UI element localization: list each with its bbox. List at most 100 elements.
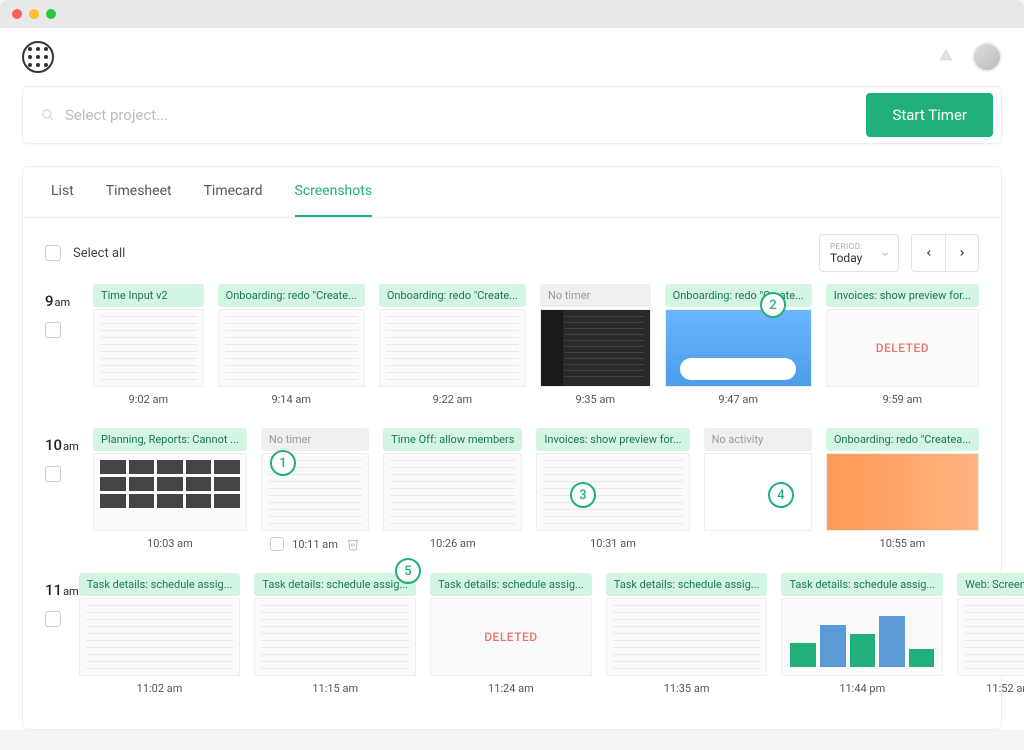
window-minimize-icon[interactable]	[29, 9, 39, 19]
screenshot-time: 9:22 am	[379, 393, 526, 406]
screenshot-task-label[interactable]: Invoices: show preview for...	[826, 284, 979, 307]
screenshot-task-label[interactable]: No timer	[540, 284, 651, 307]
screenshot-task-label[interactable]: Task details: schedule assig...	[79, 573, 241, 596]
screenshots-grid: 9amTime Input v2 9:02 am Onboarding: redo …	[23, 284, 1001, 695]
screenshot-task-label[interactable]: No activity	[704, 428, 812, 451]
select-all-checkbox[interactable]	[45, 245, 61, 261]
screenshot-time: 11:24 am	[430, 682, 592, 695]
annotation-3: 3	[570, 482, 596, 508]
tab-screenshots[interactable]: Screenshots	[295, 167, 373, 217]
period-next-button[interactable]	[945, 234, 979, 272]
screenshot-thumb[interactable]	[93, 453, 247, 531]
screenshot-card: Invoices: show preview for...DELETED 9:59…	[826, 284, 979, 406]
screenshot-task-label[interactable]: Onboarding: redo "Createa...	[826, 428, 979, 451]
screenshot-task-label[interactable]: No timer	[261, 428, 369, 451]
screenshot-task-label[interactable]: Task details: schedule assig...	[781, 573, 943, 596]
screenshot-time: 11:15 am	[254, 682, 416, 695]
screenshot-card: Task details: schedule assig...11:02 am	[79, 573, 241, 695]
screenshot-thumb[interactable]	[93, 309, 204, 387]
screenshot-thumb[interactable]	[79, 598, 241, 676]
screenshot-time: 10:03 am	[93, 537, 247, 550]
chevron-down-icon	[880, 249, 890, 259]
screenshot-card: Web: Screenshots 11:52 am	[957, 573, 1024, 695]
screenshot-thumb[interactable]	[218, 309, 365, 387]
screenshot-task-label[interactable]: Onboarding: redo "Create...	[218, 284, 365, 307]
screenshot-time: 11:44 pm	[781, 682, 943, 695]
screenshot-task-label[interactable]: Time Off: allow members	[383, 428, 522, 451]
screenshot-card: Task details: schedule assig...11:35 am	[606, 573, 768, 695]
screenshot-task-label[interactable]: Task details: schedule assig...	[430, 573, 592, 596]
screenshot-card: Invoices: show preview for... 10:31 am	[536, 428, 689, 551]
project-select-input[interactable]	[65, 106, 866, 124]
screenshot-checkbox[interactable]	[270, 537, 284, 551]
period-selector[interactable]: PERIOD: Today	[819, 234, 899, 272]
screenshot-thumb[interactable]	[379, 309, 526, 387]
hour-select-checkbox[interactable]	[45, 466, 61, 482]
screenshot-card: Onboarding: redo "Createa... 10:55 am	[826, 428, 979, 551]
browser-chrome	[0, 0, 1024, 28]
screenshot-thumb[interactable]	[536, 453, 689, 531]
screenshot-thumb[interactable]	[540, 309, 651, 387]
screenshot-card: No timer 9:35 am	[540, 284, 651, 406]
screenshot-task-label[interactable]: Time Input v2	[93, 284, 204, 307]
project-bar: Start Timer	[22, 86, 1002, 144]
screenshot-task-label[interactable]: Planning, Reports: Cannot ...	[93, 428, 247, 451]
app-window: Start Timer List Timesheet Timecard Scre…	[0, 28, 1024, 730]
screenshot-task-label[interactable]: Onboarding: redo "Create...	[379, 284, 526, 307]
app-logo-icon[interactable]	[22, 41, 54, 73]
annotation-4: 4	[768, 482, 794, 508]
screenshot-task-label[interactable]: Invoices: show preview for...	[536, 428, 689, 451]
screenshot-task-label[interactable]: Task details: schedule assig...	[606, 573, 768, 596]
hour-row: 9amTime Input v2 9:02 am Onboarding: redo …	[45, 284, 979, 406]
hour-select-checkbox[interactable]	[45, 322, 61, 338]
view-tabs: List Timesheet Timecard Screenshots	[23, 167, 1001, 218]
screenshot-thumb-deleted[interactable]: DELETED	[826, 309, 979, 387]
hour-select-checkbox[interactable]	[45, 611, 61, 627]
tab-timecard[interactable]: Timecard	[204, 167, 263, 217]
screenshot-card: Task details: schedule assig... 11:44 pm	[781, 573, 943, 695]
screenshot-thumb[interactable]	[383, 453, 522, 531]
screenshot-time: 9:14 am	[218, 393, 365, 406]
tab-timesheet[interactable]: Timesheet	[106, 167, 172, 217]
screenshot-time: 9:59 am	[826, 393, 979, 406]
hour-row: 11amTask details: schedule assig...11:02…	[45, 573, 979, 695]
period-prev-button[interactable]	[911, 234, 945, 272]
screenshot-time: 11:52 am	[957, 682, 1024, 695]
screenshot-time: 10:55 am	[826, 537, 979, 550]
start-timer-button[interactable]: Start Timer	[866, 93, 993, 137]
select-all-label: Select all	[73, 246, 125, 261]
screenshot-time: 9:47 am	[665, 393, 812, 406]
screenshot-card: Time Off: allow members 10:26 am	[383, 428, 522, 551]
window-zoom-icon[interactable]	[46, 9, 56, 19]
screenshot-card: Onboarding: redo "Create... 9:14 am	[218, 284, 365, 406]
annotation-5: 5	[395, 558, 421, 584]
screenshot-card: Planning, Reports: Cannot ... 10:03 am	[93, 428, 247, 551]
hour-label: 9am	[45, 284, 93, 406]
trash-icon[interactable]	[346, 537, 360, 551]
screenshot-thumb[interactable]	[826, 453, 979, 531]
screenshot-thumb-deleted[interactable]: DELETED	[430, 598, 592, 676]
screenshot-time: 10:26 am	[383, 537, 522, 550]
screenshot-thumb[interactable]	[254, 598, 416, 676]
screenshot-thumb[interactable]	[606, 598, 768, 676]
notifications-icon[interactable]	[936, 47, 956, 67]
tab-list[interactable]: List	[51, 167, 74, 217]
screenshot-task-label[interactable]: Onboarding: redo "Create...	[665, 284, 812, 307]
screenshot-thumb[interactable]	[781, 598, 943, 676]
screenshot-task-label[interactable]: Web: Screenshots	[957, 573, 1024, 596]
screenshot-time: 9:02 am	[93, 393, 204, 406]
screenshot-thumb[interactable]	[957, 598, 1024, 676]
user-avatar[interactable]	[972, 42, 1002, 72]
screenshot-task-label[interactable]: Task details: schedule assig...	[254, 573, 416, 596]
hour-row: 10amPlanning, Reports: Cannot ...10:03 a…	[45, 428, 979, 551]
screenshot-card: No activity	[704, 428, 812, 551]
screenshot-card: Onboarding: redo "Create... 9:47 am	[665, 284, 812, 406]
screenshot-thumb-empty	[704, 453, 812, 531]
screenshot-thumb[interactable]	[665, 309, 812, 387]
content-panel: List Timesheet Timecard Screenshots Sele…	[22, 166, 1002, 730]
window-close-icon[interactable]	[12, 9, 22, 19]
topbar	[0, 28, 1024, 86]
screenshot-time: 9:35 am	[540, 393, 651, 406]
toolbar: Select all PERIOD: Today	[23, 218, 1001, 284]
screenshot-time: 10:31 am	[536, 537, 689, 550]
